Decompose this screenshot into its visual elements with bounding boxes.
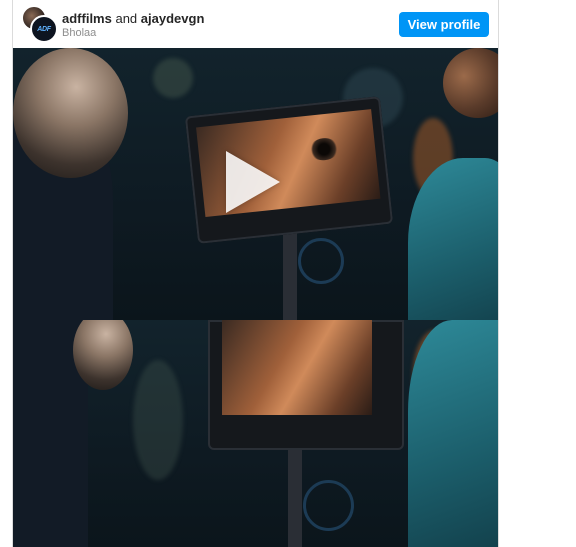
- background-bokeh: [133, 360, 183, 480]
- account-avatars[interactable]: ADF: [22, 6, 58, 43]
- location-link[interactable]: Bholaa: [62, 27, 96, 40]
- person-right-head: [443, 48, 498, 118]
- monitor-stand: [283, 223, 297, 320]
- post-header: ADF adffilms and ajaydevgn Bholaa View p…: [13, 0, 498, 48]
- account-link-ajaydevgn[interactable]: ajaydevgn: [141, 11, 205, 26]
- monitor-stand: [288, 450, 302, 547]
- play-icon: [226, 151, 280, 213]
- view-profile-button[interactable]: View profile: [399, 12, 489, 37]
- monitor-cable: [303, 480, 354, 531]
- person-left-head: [13, 48, 128, 178]
- avatar-adffilms[interactable]: ADF: [30, 15, 58, 43]
- person-left-head: [73, 320, 133, 390]
- account-names: adffilms and ajaydevgn: [62, 11, 204, 26]
- account-link-adffilms[interactable]: adffilms: [62, 11, 112, 26]
- video-frame-bottom: [13, 320, 498, 547]
- adf-logo: ADF: [37, 25, 51, 33]
- video-frame-top: [13, 48, 498, 320]
- instagram-embed: ADF adffilms and ajaydevgn Bholaa View p…: [12, 0, 499, 547]
- connector-text: and: [115, 11, 138, 26]
- video-media[interactable]: [13, 48, 498, 547]
- play-button[interactable]: [213, 140, 293, 224]
- person-right-body: [408, 320, 498, 547]
- monitor-cable: [298, 238, 344, 284]
- background-bokeh: [153, 58, 193, 98]
- field-monitor: [208, 320, 404, 450]
- monitor-screen: [222, 320, 372, 415]
